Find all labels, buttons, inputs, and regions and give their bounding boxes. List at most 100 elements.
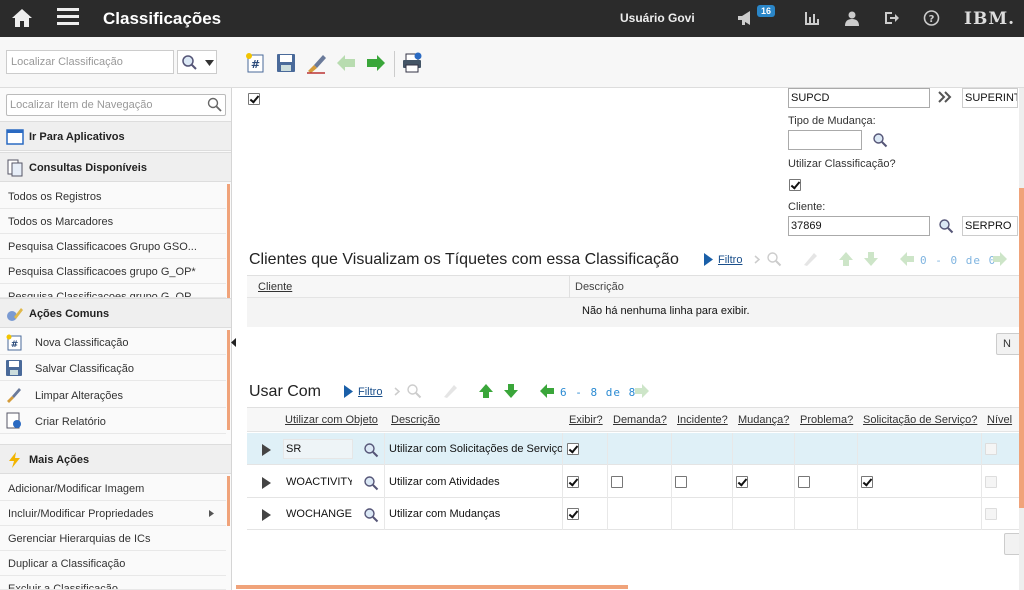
- help-icon[interactable]: ?: [923, 8, 940, 28]
- solicitacao-checkbox[interactable]: [861, 476, 873, 488]
- next-page-icon[interactable]: [634, 383, 650, 399]
- query-item[interactable]: Pesquisa Classificacoes Grupo GSO...: [0, 234, 226, 259]
- classification-search-button[interactable]: [177, 50, 217, 74]
- supcd-field[interactable]: SUPCD: [788, 88, 930, 108]
- previous-page-icon[interactable]: [539, 383, 555, 399]
- arrow-up-icon[interactable]: [478, 383, 494, 399]
- column-header-problema[interactable]: Problema?: [800, 414, 853, 426]
- column-header-solicitacao[interactable]: Solicitação de Serviço?: [863, 414, 977, 426]
- profile-icon[interactable]: [844, 8, 860, 28]
- clientes-filter-link[interactable]: Filtro: [718, 254, 742, 266]
- query-item[interactable]: Todos os Marcadores: [0, 209, 226, 234]
- save-icon[interactable]: [275, 52, 297, 74]
- tipo-mudanca-field[interactable]: [788, 130, 862, 150]
- notification-badge[interactable]: 16: [757, 5, 776, 17]
- problema-checkbox[interactable]: [798, 476, 810, 488]
- object-field[interactable]: SR: [283, 439, 353, 459]
- table-row[interactable]: WOCHANGE Utilizar com Mudanças: [247, 498, 1024, 530]
- clear-filter-icon[interactable]: [442, 383, 458, 399]
- classification-search-input[interactable]: Localizar Classificação: [6, 50, 174, 74]
- arrow-up-icon[interactable]: [838, 251, 854, 267]
- usar-com-filter-link[interactable]: Filtro: [358, 386, 382, 398]
- exibir-checkbox[interactable]: [567, 443, 579, 455]
- more-action-item[interactable]: Excluir a Classificação: [0, 576, 226, 590]
- expand-row-icon[interactable]: [262, 477, 271, 489]
- query-item[interactable]: Todos os Registros: [0, 184, 226, 209]
- more-action-item[interactable]: Gerenciar Hierarquias de ICs: [0, 526, 226, 551]
- query-item[interactable]: Pesquisa Classificacoes grupo G_OP: [0, 284, 226, 298]
- arrow-down-icon[interactable]: [863, 251, 879, 267]
- column-header-nivel[interactable]: Nível: [987, 414, 1012, 426]
- column-header-exibir[interactable]: Exibir?: [569, 414, 603, 426]
- search-icon[interactable]: [406, 383, 422, 399]
- go-to-apps-label: Ir Para Aplicativos: [29, 131, 125, 143]
- reports-chart-icon[interactable]: [804, 8, 820, 28]
- new-record-icon[interactable]: #: [245, 52, 267, 74]
- action-new-classification[interactable]: # Nova Classificação: [0, 330, 226, 355]
- main-horizontal-scrollbar[interactable]: [236, 585, 628, 589]
- exibir-checkbox[interactable]: [567, 508, 579, 520]
- table-row[interactable]: SR Utilizar com Solicitações de Serviço: [247, 433, 1024, 465]
- previous-page-icon[interactable]: [899, 251, 915, 267]
- actions-scroll-thumb[interactable]: [227, 330, 230, 430]
- column-header-objeto[interactable]: Utilizar com Objeto: [285, 414, 378, 426]
- column-header-descricao[interactable]: Descrição: [391, 414, 440, 426]
- column-header-incidente[interactable]: Incidente?: [677, 414, 728, 426]
- clear-filter-icon[interactable]: [802, 251, 818, 267]
- print-icon[interactable]: [401, 52, 423, 74]
- user-name[interactable]: Usuário Govi: [620, 11, 695, 25]
- queries-scroll-thumb[interactable]: [227, 184, 230, 299]
- more-actions-scroll-thumb[interactable]: [227, 476, 230, 526]
- next-arrow-icon[interactable]: [365, 52, 387, 74]
- incidente-checkbox[interactable]: [675, 476, 687, 488]
- search-icon[interactable]: [363, 442, 379, 458]
- mudanca-checkbox[interactable]: [736, 476, 748, 488]
- next-page-icon[interactable]: [992, 251, 1008, 267]
- column-header-cliente[interactable]: Cliente: [258, 281, 292, 293]
- table-row[interactable]: WOACTIVITY Utilizar com Atividades: [247, 466, 1024, 498]
- filter-toggle-icon[interactable]: [344, 385, 353, 398]
- double-chevron-right-icon[interactable]: [938, 91, 952, 103]
- search-icon[interactable]: [207, 97, 222, 112]
- top-checkbox[interactable]: [248, 93, 260, 105]
- search-icon[interactable]: [938, 218, 954, 234]
- expand-row-icon[interactable]: [262, 509, 271, 521]
- go-to-apps-header[interactable]: Ir Para Aplicativos: [0, 121, 231, 151]
- new-record-icon: #: [6, 334, 22, 351]
- clear-changes-icon[interactable]: [305, 52, 327, 74]
- more-action-item[interactable]: Adicionar/Modificar Imagem: [0, 476, 226, 501]
- filter-toggle-icon[interactable]: [704, 253, 713, 266]
- more-action-item[interactable]: Incluir/Modificar Propriedades: [0, 501, 226, 526]
- home-icon[interactable]: [10, 7, 34, 29]
- more-actions-header[interactable]: Mais Ações: [0, 444, 231, 474]
- arrow-down-icon[interactable]: [503, 383, 519, 399]
- object-field[interactable]: WOCHANGE: [283, 504, 353, 524]
- column-divider: [794, 433, 795, 530]
- main-scroll-thumb[interactable]: [1019, 188, 1024, 508]
- expand-row-icon[interactable]: [262, 444, 271, 456]
- menu-icon[interactable]: [57, 8, 79, 28]
- exibir-checkbox[interactable]: [567, 476, 579, 488]
- available-queries-header[interactable]: Consultas Disponíveis: [0, 152, 231, 182]
- search-icon[interactable]: [766, 251, 782, 267]
- utilizar-classificacao-checkbox[interactable]: [789, 179, 801, 191]
- cliente-field[interactable]: 37869: [788, 216, 930, 236]
- megaphone-icon[interactable]: [736, 8, 756, 28]
- more-action-item[interactable]: Duplicar a Classificação: [0, 551, 226, 576]
- action-clear-changes[interactable]: Limpar Alterações: [0, 383, 226, 408]
- search-icon[interactable]: [363, 507, 379, 523]
- search-icon[interactable]: [872, 132, 888, 148]
- query-item[interactable]: Pesquisa Classificacoes grupo G_OP*: [0, 259, 226, 284]
- action-save-classification[interactable]: Salvar Classificação: [0, 356, 226, 381]
- previous-arrow-icon[interactable]: [335, 52, 357, 74]
- nav-search-input[interactable]: Localizar Item de Navegação: [6, 94, 226, 116]
- action-create-report[interactable]: Criar Relatório: [0, 409, 226, 434]
- sign-out-icon[interactable]: [884, 8, 900, 28]
- main-vertical-scrollbar[interactable]: [1019, 88, 1024, 590]
- common-actions-header[interactable]: Ações Comuns: [0, 298, 231, 328]
- object-field[interactable]: WOACTIVITY: [283, 472, 353, 492]
- column-header-demanda[interactable]: Demanda?: [613, 414, 667, 426]
- column-header-mudanca[interactable]: Mudança?: [738, 414, 789, 426]
- demanda-checkbox[interactable]: [611, 476, 623, 488]
- search-icon[interactable]: [363, 475, 379, 491]
